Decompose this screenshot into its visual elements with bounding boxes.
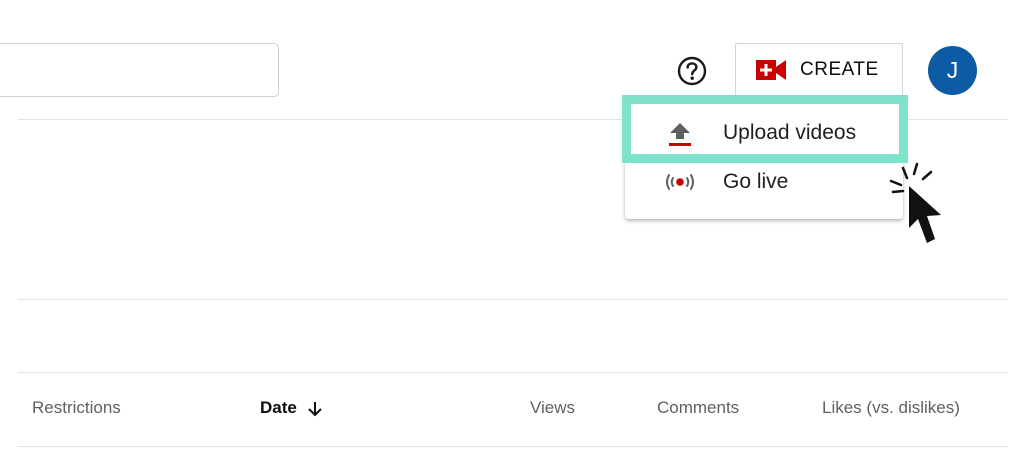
column-header-label: Views (530, 398, 576, 417)
section-divider (18, 299, 1008, 300)
column-header-likes[interactable]: Likes (vs. dislikes) (822, 398, 960, 418)
create-dropdown-menu: Upload videos Go live (625, 101, 903, 219)
menu-item-upload-videos[interactable]: Upload videos (625, 109, 903, 157)
create-button[interactable]: CREATE (735, 43, 903, 97)
column-header-label: Restrictions (32, 398, 121, 417)
menu-item-go-live[interactable]: Go live (625, 158, 903, 206)
help-circle-icon (677, 56, 707, 86)
search-input[interactable] (0, 43, 279, 97)
arrow-down-icon (308, 401, 322, 416)
column-header-restrictions[interactable]: Restrictions (32, 398, 121, 418)
column-header-date[interactable]: Date (260, 398, 323, 418)
column-header-label: Comments (657, 398, 740, 417)
upload-icon (669, 123, 691, 146)
column-header-views[interactable]: Views (530, 398, 575, 418)
studio-page: CREATE J Upload videos Go live Restricti… (0, 0, 1032, 461)
video-camera-plus-icon (756, 60, 786, 80)
column-header-label: Likes (vs. dislikes) (822, 398, 960, 417)
create-button-label: CREATE (800, 59, 879, 80)
avatar-initial: J (946, 57, 959, 83)
column-header-comments[interactable]: Comments (657, 398, 739, 418)
menu-item-label: Go live (723, 170, 789, 193)
live-broadcast-icon (666, 174, 694, 190)
menu-item-label: Upload videos (723, 121, 857, 144)
table-header-top-border (18, 372, 1008, 373)
mouse-cursor-click-icon (889, 162, 941, 243)
column-header-label: Date (260, 398, 297, 417)
avatar[interactable]: J (928, 46, 977, 95)
help-button[interactable] (676, 55, 708, 87)
table-header-bottom-border (18, 446, 1008, 447)
